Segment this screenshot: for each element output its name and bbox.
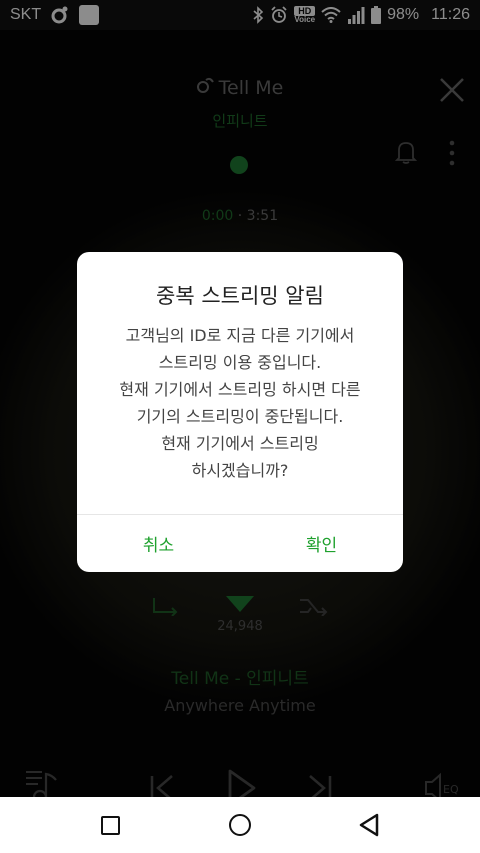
dialog-message: 고객님의 ID로 지금 다른 기기에서 스트리밍 이용 중입니다. 현재 기기에… [119, 326, 361, 480]
home-icon[interactable] [229, 814, 251, 836]
cancel-button[interactable]: 취소 [77, 515, 240, 572]
dialog-title: 중복 스트리밍 알림 [156, 284, 324, 308]
navigation-bar [0, 797, 480, 853]
duplicate-streaming-dialog: 중복 스트리밍 알림 고객님의 ID로 지금 다른 기기에서 스트리밍 이용 중… [77, 252, 403, 572]
recent-apps-icon[interactable] [101, 816, 120, 835]
confirm-button[interactable]: 확인 [240, 515, 403, 572]
back-icon[interactable] [357, 813, 381, 837]
